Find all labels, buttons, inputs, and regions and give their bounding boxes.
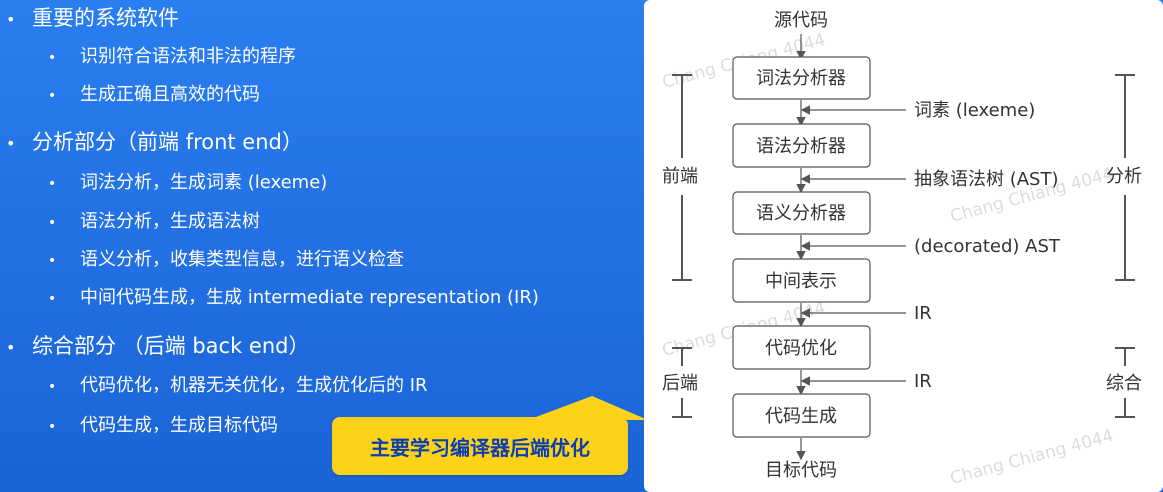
stage-label-parser: 语法分析器 — [756, 136, 846, 157]
edge-label-lexeme: 词素 (lexeme) — [914, 100, 1035, 121]
edge-label-ir-1: IR — [914, 303, 932, 324]
list-item: • 代码生成，生成目标代码 — [48, 415, 278, 436]
source-code-label: 源代码 — [774, 10, 828, 31]
edge-label-ast: 抽象语法树 (AST) — [914, 169, 1059, 190]
edge-label-decorated-ast: (decorated) AST — [914, 236, 1061, 257]
section-title-system-software: • 重要的系统软件 — [6, 6, 179, 30]
callout-backend-optimization: 主要学习编译器后端优化 — [332, 417, 628, 475]
list-item: • 识别符合语法和非法的程序 — [48, 46, 296, 67]
list-item: • 生成正确且高效的代码 — [48, 84, 260, 105]
front-end-label: 前端 — [662, 166, 698, 187]
pipeline-svg: Chang Chiang 4044 Chang Chiang 4044 Chan… — [660, 10, 1142, 489]
list-item: • 语义分析，收集类型信息，进行语义检查 — [48, 249, 404, 270]
list-item: • 代码优化，机器无关优化，生成优化后的 IR — [48, 375, 428, 396]
analysis-label: 分析 — [1106, 166, 1142, 187]
edge-label-ir-2: IR — [914, 371, 932, 392]
list-item: • 词法分析，生成词素 (lexeme) — [48, 172, 328, 193]
watermark: Chang Chiang 4044 — [948, 426, 1116, 489]
stage-label-lexer: 词法分析器 — [756, 68, 846, 89]
section-title-back-end: • 综合部分 （后端 back end） — [6, 334, 310, 358]
stage-label-semantic: 语义分析器 — [756, 203, 846, 224]
stage-label-ir: 中间表示 — [765, 271, 837, 292]
list-item: • 语法分析，生成语法树 — [48, 211, 260, 232]
back-end-label: 后端 — [662, 373, 698, 394]
slide: • 重要的系统软件 • 识别符合语法和非法的程序 • 生成正确且高效的代码 • 分析部分… — [0, 0, 1163, 492]
compiler-pipeline-diagram: Chang Chiang 4044 Chang Chiang 4044 Chan… — [644, 0, 1163, 492]
stage-label-codegen: 代码生成 — [765, 406, 837, 427]
synthesis-label: 综合 — [1106, 373, 1142, 394]
stage-label-optimizer: 代码优化 — [765, 338, 837, 359]
target-code-label: 目标代码 — [765, 460, 837, 481]
list-item: • 中间代码生成，生成 intermediate representation (… — [48, 287, 539, 308]
section-title-front-end: • 分析部分（前端 front end） — [6, 130, 303, 154]
